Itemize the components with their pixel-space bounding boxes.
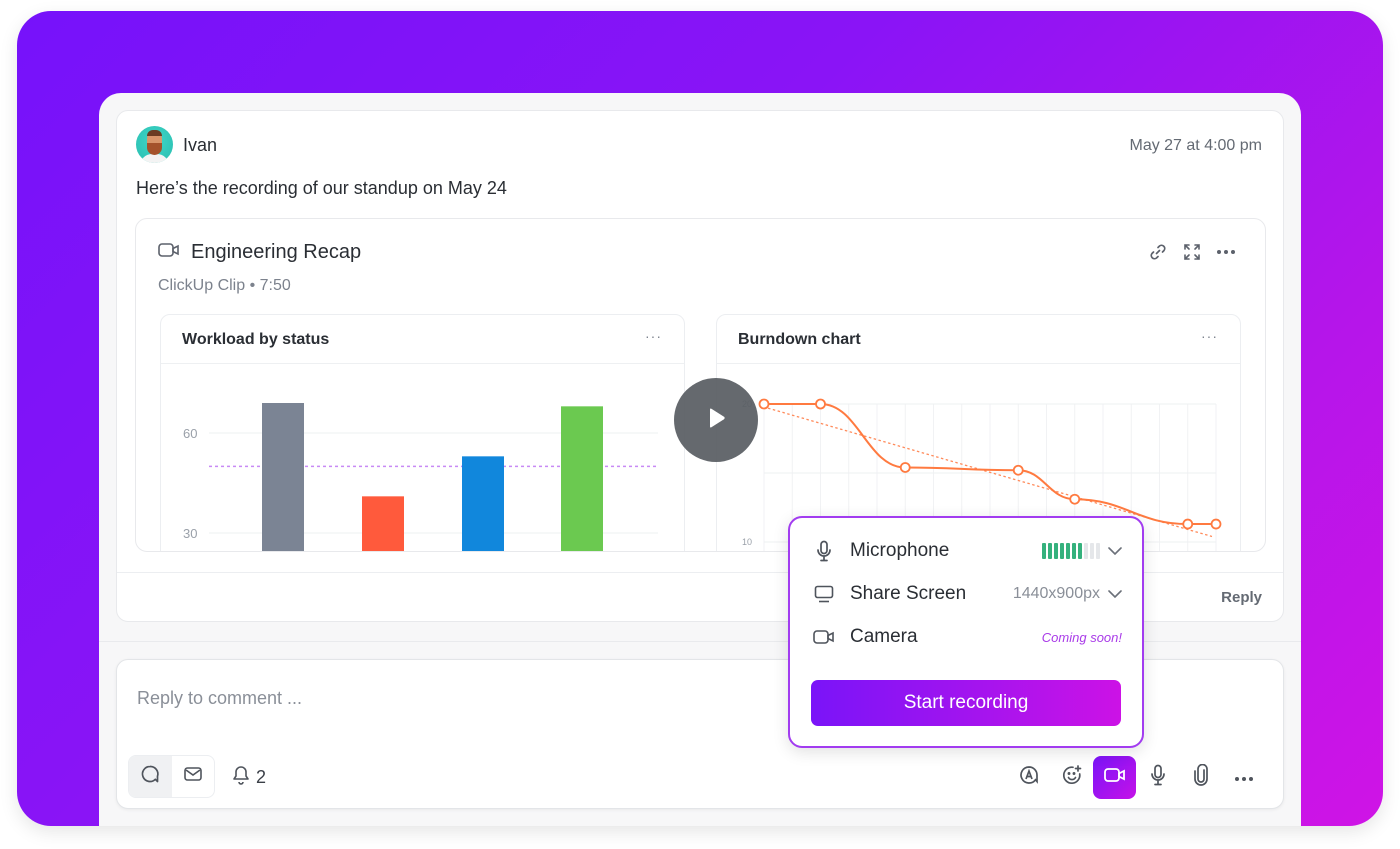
chevron-down-icon[interactable] — [1108, 547, 1122, 555]
coming-soon-badge: Coming soon! — [1041, 629, 1122, 645]
attach-button[interactable] — [1179, 756, 1222, 799]
emoji-button[interactable] — [1050, 756, 1093, 799]
video-record-icon — [1103, 767, 1126, 788]
comment-mode-button[interactable] — [129, 756, 172, 797]
attachment-icon — [1193, 763, 1209, 791]
more-icon[interactable] — [1215, 241, 1237, 263]
expand-icon[interactable] — [1181, 241, 1203, 263]
level-bar — [1060, 543, 1064, 559]
clip-meta: ClickUp Clip • 7:50 — [158, 277, 291, 294]
bar — [362, 496, 404, 551]
widget-menu-button[interactable]: ··· — [645, 328, 662, 344]
play-button[interactable] — [674, 378, 758, 462]
level-bar — [1090, 543, 1094, 559]
mention-icon — [1019, 765, 1039, 790]
level-bar — [1078, 543, 1082, 559]
comment-timestamp: May 27 at 4:00 pm — [1129, 137, 1262, 154]
level-bar — [1084, 543, 1088, 559]
email-icon — [183, 766, 202, 787]
bar — [561, 406, 603, 551]
data-point — [758, 398, 770, 410]
microphone-label: Microphone — [850, 540, 950, 561]
microphone-icon — [812, 540, 836, 562]
widget-title: Burndown chart — [738, 331, 861, 348]
play-icon — [705, 406, 727, 435]
monitor-icon — [812, 585, 836, 603]
level-bar — [1066, 543, 1070, 559]
comment-icon — [140, 764, 160, 789]
video-camera-icon — [812, 629, 836, 645]
more-icon — [1234, 769, 1254, 787]
level-bar — [1042, 543, 1046, 559]
microphone-level-meter — [1042, 543, 1100, 559]
level-bar — [1048, 543, 1052, 559]
emoji-add-icon — [1062, 765, 1082, 790]
record-settings-popover: Microphone Share Screen 1440x900px Camer… — [788, 516, 1144, 748]
link-icon[interactable] — [1147, 241, 1169, 263]
video-record-button[interactable] — [1093, 756, 1136, 799]
notification-button[interactable]: 2 — [232, 765, 266, 790]
bar — [462, 456, 504, 551]
y-tick-label: 10 — [742, 537, 752, 547]
mode-toggle — [128, 755, 215, 798]
resolution-value: 1440x900px — [1012, 585, 1100, 602]
microphone-row[interactable]: Microphone — [812, 536, 1122, 566]
voice-button[interactable] — [1136, 756, 1179, 799]
comment-text: Here’s the recording of our standup on M… — [136, 178, 507, 198]
widget-title: Workload by status — [182, 331, 330, 348]
workload-widget: Workload by status ··· 30 60 — [160, 314, 685, 551]
reply-input[interactable] — [137, 682, 777, 714]
author-name[interactable]: Ivan — [183, 135, 217, 156]
data-point — [1012, 464, 1024, 476]
email-mode-button[interactable] — [172, 756, 215, 797]
avatar[interactable] — [136, 126, 173, 163]
chevron-down-icon[interactable] — [1108, 590, 1122, 598]
y-tick-label: 30 — [183, 526, 197, 541]
camera-row: Camera Coming soon! — [812, 622, 1122, 652]
notification-count: 2 — [256, 767, 267, 787]
camera-label: Camera — [850, 626, 918, 647]
clip-title[interactable]: Engineering Recap — [191, 241, 361, 264]
clip-card: Engineering Recap ClickUp Clip • 7:50 Wo… — [135, 218, 1266, 552]
data-point — [815, 398, 826, 410]
workload-bar-chart: 30 60 — [183, 403, 658, 551]
data-point — [1210, 518, 1222, 530]
bell-icon — [232, 765, 250, 790]
share-screen-label: Share Screen — [850, 583, 967, 604]
mention-button[interactable] — [1007, 756, 1050, 799]
data-point — [1069, 493, 1081, 505]
microphone-icon — [1150, 764, 1166, 791]
widget-menu-button[interactable]: ··· — [1201, 328, 1218, 344]
y-tick-label: 60 — [183, 426, 197, 441]
data-point — [899, 462, 911, 473]
reply-button[interactable]: Reply — [1221, 589, 1262, 606]
composer-toolbar — [1007, 756, 1265, 799]
more-button[interactable] — [1222, 756, 1265, 799]
level-bar — [1054, 543, 1058, 559]
level-bar — [1072, 543, 1076, 559]
video-camera-icon — [158, 242, 180, 263]
data-point — [1182, 518, 1194, 530]
bar — [262, 403, 304, 551]
start-recording-button[interactable]: Start recording — [811, 680, 1121, 726]
level-bar — [1096, 543, 1100, 559]
share-screen-row[interactable]: Share Screen 1440x900px — [812, 579, 1122, 609]
